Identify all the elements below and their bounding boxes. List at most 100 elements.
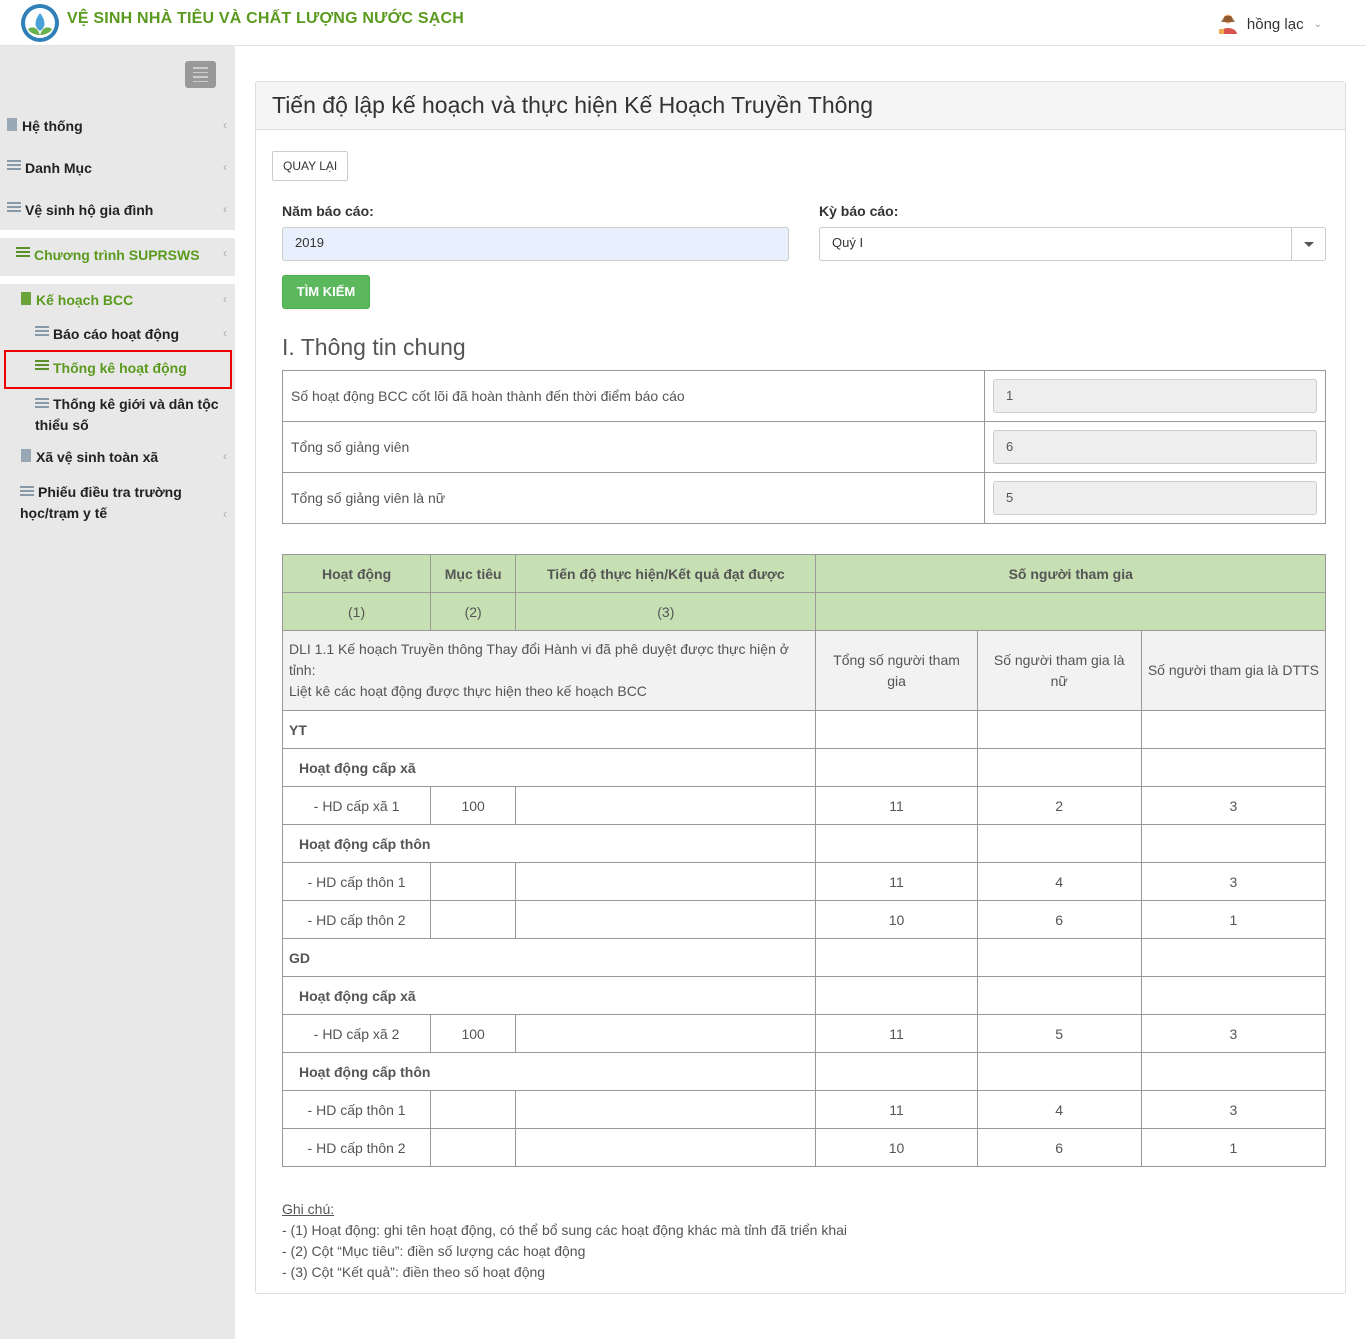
progress-cell [515,1090,817,1129]
page-title: Tiến độ lập kế hoạch và thực hiện Kế Hoạ… [256,82,1345,130]
col-number: (2) [430,592,517,631]
empty-cell [815,976,978,1015]
table-row: - HD cấp thôn 2 10 6 1 [281,1128,1327,1167]
sub-header-ethnic: Số người tham gia là DTTS [1140,630,1327,711]
sidebar-divider [0,230,235,238]
table-row: - HD cấp xã 1 100 11 2 3 [281,786,1327,825]
activity-table: Hoạt động Mục tiêu Tiến độ thực hiện/Kết… [281,554,1327,1167]
top-bar: VỆ SINH NHÀ TIÊU VÀ CHẤT LƯỢNG NƯỚC SẠCH… [0,0,1366,46]
app-title[interactable]: VỆ SINH NHÀ TIÊU VÀ CHẤT LƯỢNG NƯỚC SẠCH [67,10,464,28]
activity-cell: - HD cấp xã 2 [281,1014,432,1053]
year-label: Năm báo cáo: [282,203,374,219]
sidebar-item-thong-ke-gioi-dan-toc[interactable]: Thống kê giới và dân tộc thiểu số [0,394,235,436]
empty-cell [1140,976,1327,1015]
sidebar-item-xa-ve-sinh-toan-xa[interactable]: Xã vệ sinh toàn xã ‹ [0,449,235,465]
document-icon [21,292,31,305]
document-icon [7,118,17,131]
target-cell [430,900,517,939]
female-cell: 4 [976,1090,1142,1129]
activity-cell: - HD cấp thôn 1 [281,1090,432,1129]
empty-cell [976,938,1142,977]
year-input[interactable]: 2019 [282,227,789,261]
empty-cell [976,710,1142,749]
ethnic-cell: 3 [1140,786,1327,825]
group-name: GD [281,938,817,977]
empty-cell [976,976,1142,1015]
section-name: Hoạt động cấp xã [281,748,817,787]
chevron-left-icon: ‹ [223,118,227,132]
sub-header-female: Số người tham gia là nữ [976,630,1142,711]
female-cell: 6 [976,1128,1142,1167]
sidebar-item-danh-muc[interactable]: Danh Mục ‹ [0,160,235,176]
sidebar-item-bao-cao-hoat-dong[interactable]: Báo cáo hoạt động ‹ [0,326,235,342]
sidebar-item-label: Danh Mục [25,160,92,176]
info-value-field[interactable]: 5 [993,481,1317,515]
user-menu[interactable]: hồng lạc ⌄ [1217,13,1322,35]
period-select-value: Quý I [832,235,864,250]
sidebar-empty [0,536,235,1339]
list-icon [35,326,49,338]
sidebar-item-chuong-trinh-suprsws[interactable]: Chương trình SUPRSWS ‹ [0,238,235,276]
chevron-left-icon: ‹ [223,292,227,306]
info-value-field[interactable]: 6 [993,430,1317,464]
sidebar-item-he-thong[interactable]: Hệ thống ‹ [0,118,235,134]
back-button[interactable]: QUAY LẠI [272,151,349,181]
activity-cell: - HD cấp thôn 1 [281,862,432,901]
ethnic-cell: 3 [1140,862,1327,901]
list-icon [20,486,34,498]
progress-cell [515,1128,817,1167]
sidebar-toggle-button[interactable] [185,61,216,88]
group-row: GD [281,938,1327,977]
list-icon [7,160,21,172]
info-label: Tổng số giảng viên [282,421,985,473]
dropdown-arrow-icon[interactable] [1291,228,1325,260]
table-row: Tổng số giảng viên là nữ 5 [282,472,1326,524]
ethnic-cell: 3 [1140,1090,1327,1129]
sidebar-item-label: Chương trình SUPRSWS [34,247,200,263]
total-cell: 11 [815,1090,978,1129]
empty-cell [976,1052,1142,1091]
app-logo-icon[interactable] [20,3,60,43]
main-panel: Tiến độ lập kế hoạch và thực hiện Kế Hoạ… [255,81,1346,1294]
chevron-left-icon: ‹ [223,202,227,216]
table-header-row: Hoạt động Mục tiêu Tiến độ thực hiện/Kết… [281,554,1326,593]
period-select[interactable]: Quý I [819,227,1326,261]
chevron-left-icon: ‹ [223,326,227,340]
sidebar-item-phieu-dieu-tra[interactable]: Phiếu điều tra trường học/trạm y tế ‹ [0,482,235,524]
target-cell: 100 [430,1014,517,1053]
target-cell [430,1128,517,1167]
section-row: Hoạt động cấp xã [281,748,1327,787]
chevron-left-icon: ‹ [223,449,227,463]
empty-cell [1140,1052,1327,1091]
section-title: I. Thông tin chung [282,334,466,360]
group-row: YT [281,710,1327,749]
section-row: Hoạt động cấp thôn [281,1052,1327,1091]
activity-cell: - HD cấp thôn 2 [281,1128,432,1167]
list-icon [35,398,49,410]
user-name: hồng lạc [1246,15,1304,33]
ethnic-cell: 1 [1140,900,1327,939]
empty-cell [815,1052,978,1091]
chevron-left-icon: ‹ [223,507,227,521]
description-line: DLI 1.1 Kế hoạch Truyền thông Thay đổi H… [289,641,789,678]
notes: Ghi chú: - (1) Hoạt động: ghi tên hoạt đ… [282,1199,847,1283]
sidebar-item-ve-sinh-ho-gia-dinh[interactable]: Vệ sinh hộ gia đình ‹ [0,202,235,218]
table-row: Tổng số giảng viên 6 [282,421,1326,473]
search-button[interactable]: TÌM KIẾM [282,275,370,309]
info-value-field[interactable]: 1 [993,379,1317,413]
empty-cell [815,748,978,787]
description-line: Liệt kê các hoạt động được thực hiện the… [289,683,647,699]
user-avatar-icon [1218,14,1237,34]
sidebar: Hệ thống ‹ Danh Mục ‹ Vệ sinh hộ gia đìn… [0,46,235,1339]
col-header-progress: Tiến độ thực hiện/Kết quả đạt được [515,554,817,593]
progress-cell [515,862,817,901]
note-line: - (2) Cột “Mục tiêu”: điền số lượng các … [282,1243,586,1259]
sidebar-item-ke-hoach-bcc[interactable]: Kế hoạch BCC ‹ [0,292,235,308]
table-number-row: (1) (2) (3) [281,592,1326,631]
activity-table-body: YT Hoạt động cấp xã - HD cấp xã 1 100 11 2 3 Ho… [281,710,1327,1167]
total-cell: 11 [815,786,978,825]
chevron-left-icon: ‹ [223,246,227,260]
sidebar-item-label: Hệ thống [22,118,83,134]
note-line: - (1) Hoạt động: ghi tên hoạt động, có t… [282,1222,848,1238]
sidebar-divider [0,276,235,284]
